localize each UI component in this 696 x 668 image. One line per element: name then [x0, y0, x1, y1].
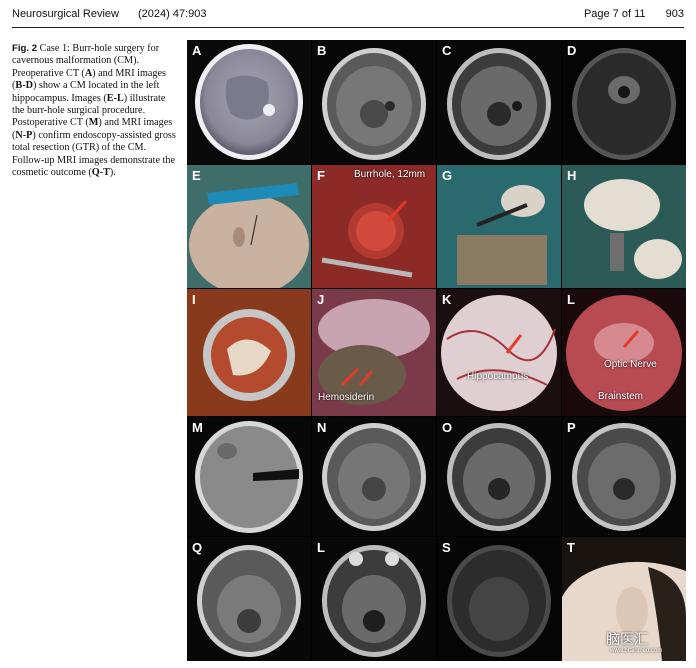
mri-image — [437, 537, 561, 661]
watermark-url: www.brainmed.com — [610, 648, 663, 654]
surgical-photo — [187, 289, 311, 416]
panel-label: H — [567, 168, 577, 183]
panel-label: P — [567, 420, 576, 435]
panel-q-mri: Q — [187, 537, 311, 661]
panel-label: L — [317, 540, 325, 555]
panel-label: E — [192, 168, 201, 183]
article-number: 903 — [665, 8, 684, 20]
ct-scan-image — [187, 40, 311, 164]
panel-l-endoscope: L Optic Nerve Brainstem — [562, 289, 686, 416]
page-label: Page 7 of 11 — [583, 8, 646, 20]
mri-image — [437, 417, 561, 536]
page-header: Neurosurgical Review (2024) 47:903 Page … — [12, 8, 684, 26]
panel-e-photo: E — [187, 165, 311, 288]
caption-ref: E-L — [106, 92, 124, 104]
journal-name: Neurosurgical Review — [12, 8, 119, 20]
panel-label: T — [567, 540, 575, 555]
panel-p-mri: P — [562, 417, 686, 536]
panel-l2-mri: L — [312, 537, 436, 661]
panel-label: B — [317, 43, 327, 58]
panel-t-photo: T 脑医汇 www.brainmed.com — [562, 537, 686, 661]
caption-ref: Q-T — [91, 167, 110, 179]
panel-k-endoscope: K Hippocampus — [437, 289, 561, 416]
panel-label: M — [192, 420, 203, 435]
panel-c-mri: C — [437, 40, 561, 164]
panel-n-mri: N — [312, 417, 436, 536]
mri-image — [312, 537, 436, 661]
panel-label: G — [442, 168, 453, 183]
figure-caption: Fig. 2 Case 1: Burr-hole surgery for cav… — [12, 43, 180, 179]
panel-label: S — [442, 540, 451, 555]
panel-d-mri: D — [562, 40, 686, 164]
panel-label: Q — [192, 540, 203, 555]
panel-j-endoscope: J Hemosiderin — [312, 289, 436, 416]
header-rule — [12, 27, 684, 28]
figure-label: Fig. 2 — [12, 43, 38, 54]
panel-label: I — [192, 292, 196, 307]
caption-ref: B-D — [15, 80, 33, 92]
caption-text: ). — [109, 167, 116, 179]
mri-image — [312, 40, 436, 164]
hippocampus-label: Hippocampus — [467, 371, 529, 382]
burrhole-label: Burrhole, 12mm — [354, 169, 426, 180]
panel-g-photo: G — [437, 165, 561, 288]
panel-label: O — [442, 420, 453, 435]
panel-m-ct: M — [187, 417, 311, 536]
watermark-logo: 脑医汇 — [606, 631, 648, 647]
panel-a-ct: A — [187, 40, 311, 164]
panel-f-burrhole: F Burrhole, 12mm — [312, 165, 436, 288]
panel-i-endoscope: I — [187, 289, 311, 416]
panel-s-mri: S — [437, 537, 561, 661]
year-volume: (2024) 47:903 — [138, 8, 207, 20]
caption-ref: N-P — [15, 129, 33, 141]
panel-label: N — [317, 420, 327, 435]
caption-ref: M — [88, 117, 99, 129]
mri-image — [312, 417, 436, 536]
panel-label: J — [317, 292, 325, 307]
panel-b-mri: B — [312, 40, 436, 164]
surgical-photo — [437, 289, 561, 416]
panel-h-photo: H — [562, 165, 686, 288]
mri-image — [562, 40, 686, 164]
surgical-photo — [437, 165, 561, 288]
page-info: Page 7 of 11 903 — [584, 8, 684, 20]
mri-image — [187, 537, 311, 661]
panel-label: D — [567, 43, 577, 58]
panel-label: A — [192, 43, 202, 58]
mri-image — [437, 40, 561, 164]
panel-label: F — [317, 168, 325, 183]
panel-label: L — [567, 292, 575, 307]
surgical-photo — [312, 165, 436, 288]
brainstem-label: Brainstem — [598, 391, 644, 402]
ct-scan-image — [187, 417, 311, 536]
surgical-photo — [187, 165, 311, 288]
panel-label: C — [442, 43, 452, 58]
hemosiderin-label: Hemosiderin — [318, 392, 375, 403]
mri-image — [562, 417, 686, 536]
optic-nerve-label: Optic Nerve — [604, 359, 657, 370]
surgical-photo — [562, 165, 686, 288]
panel-o-mri: O — [437, 417, 561, 536]
figure-grid: A B C D E F Burrhole, 12mm G H I J Hemos… — [187, 40, 686, 661]
panel-label: K — [442, 292, 452, 307]
